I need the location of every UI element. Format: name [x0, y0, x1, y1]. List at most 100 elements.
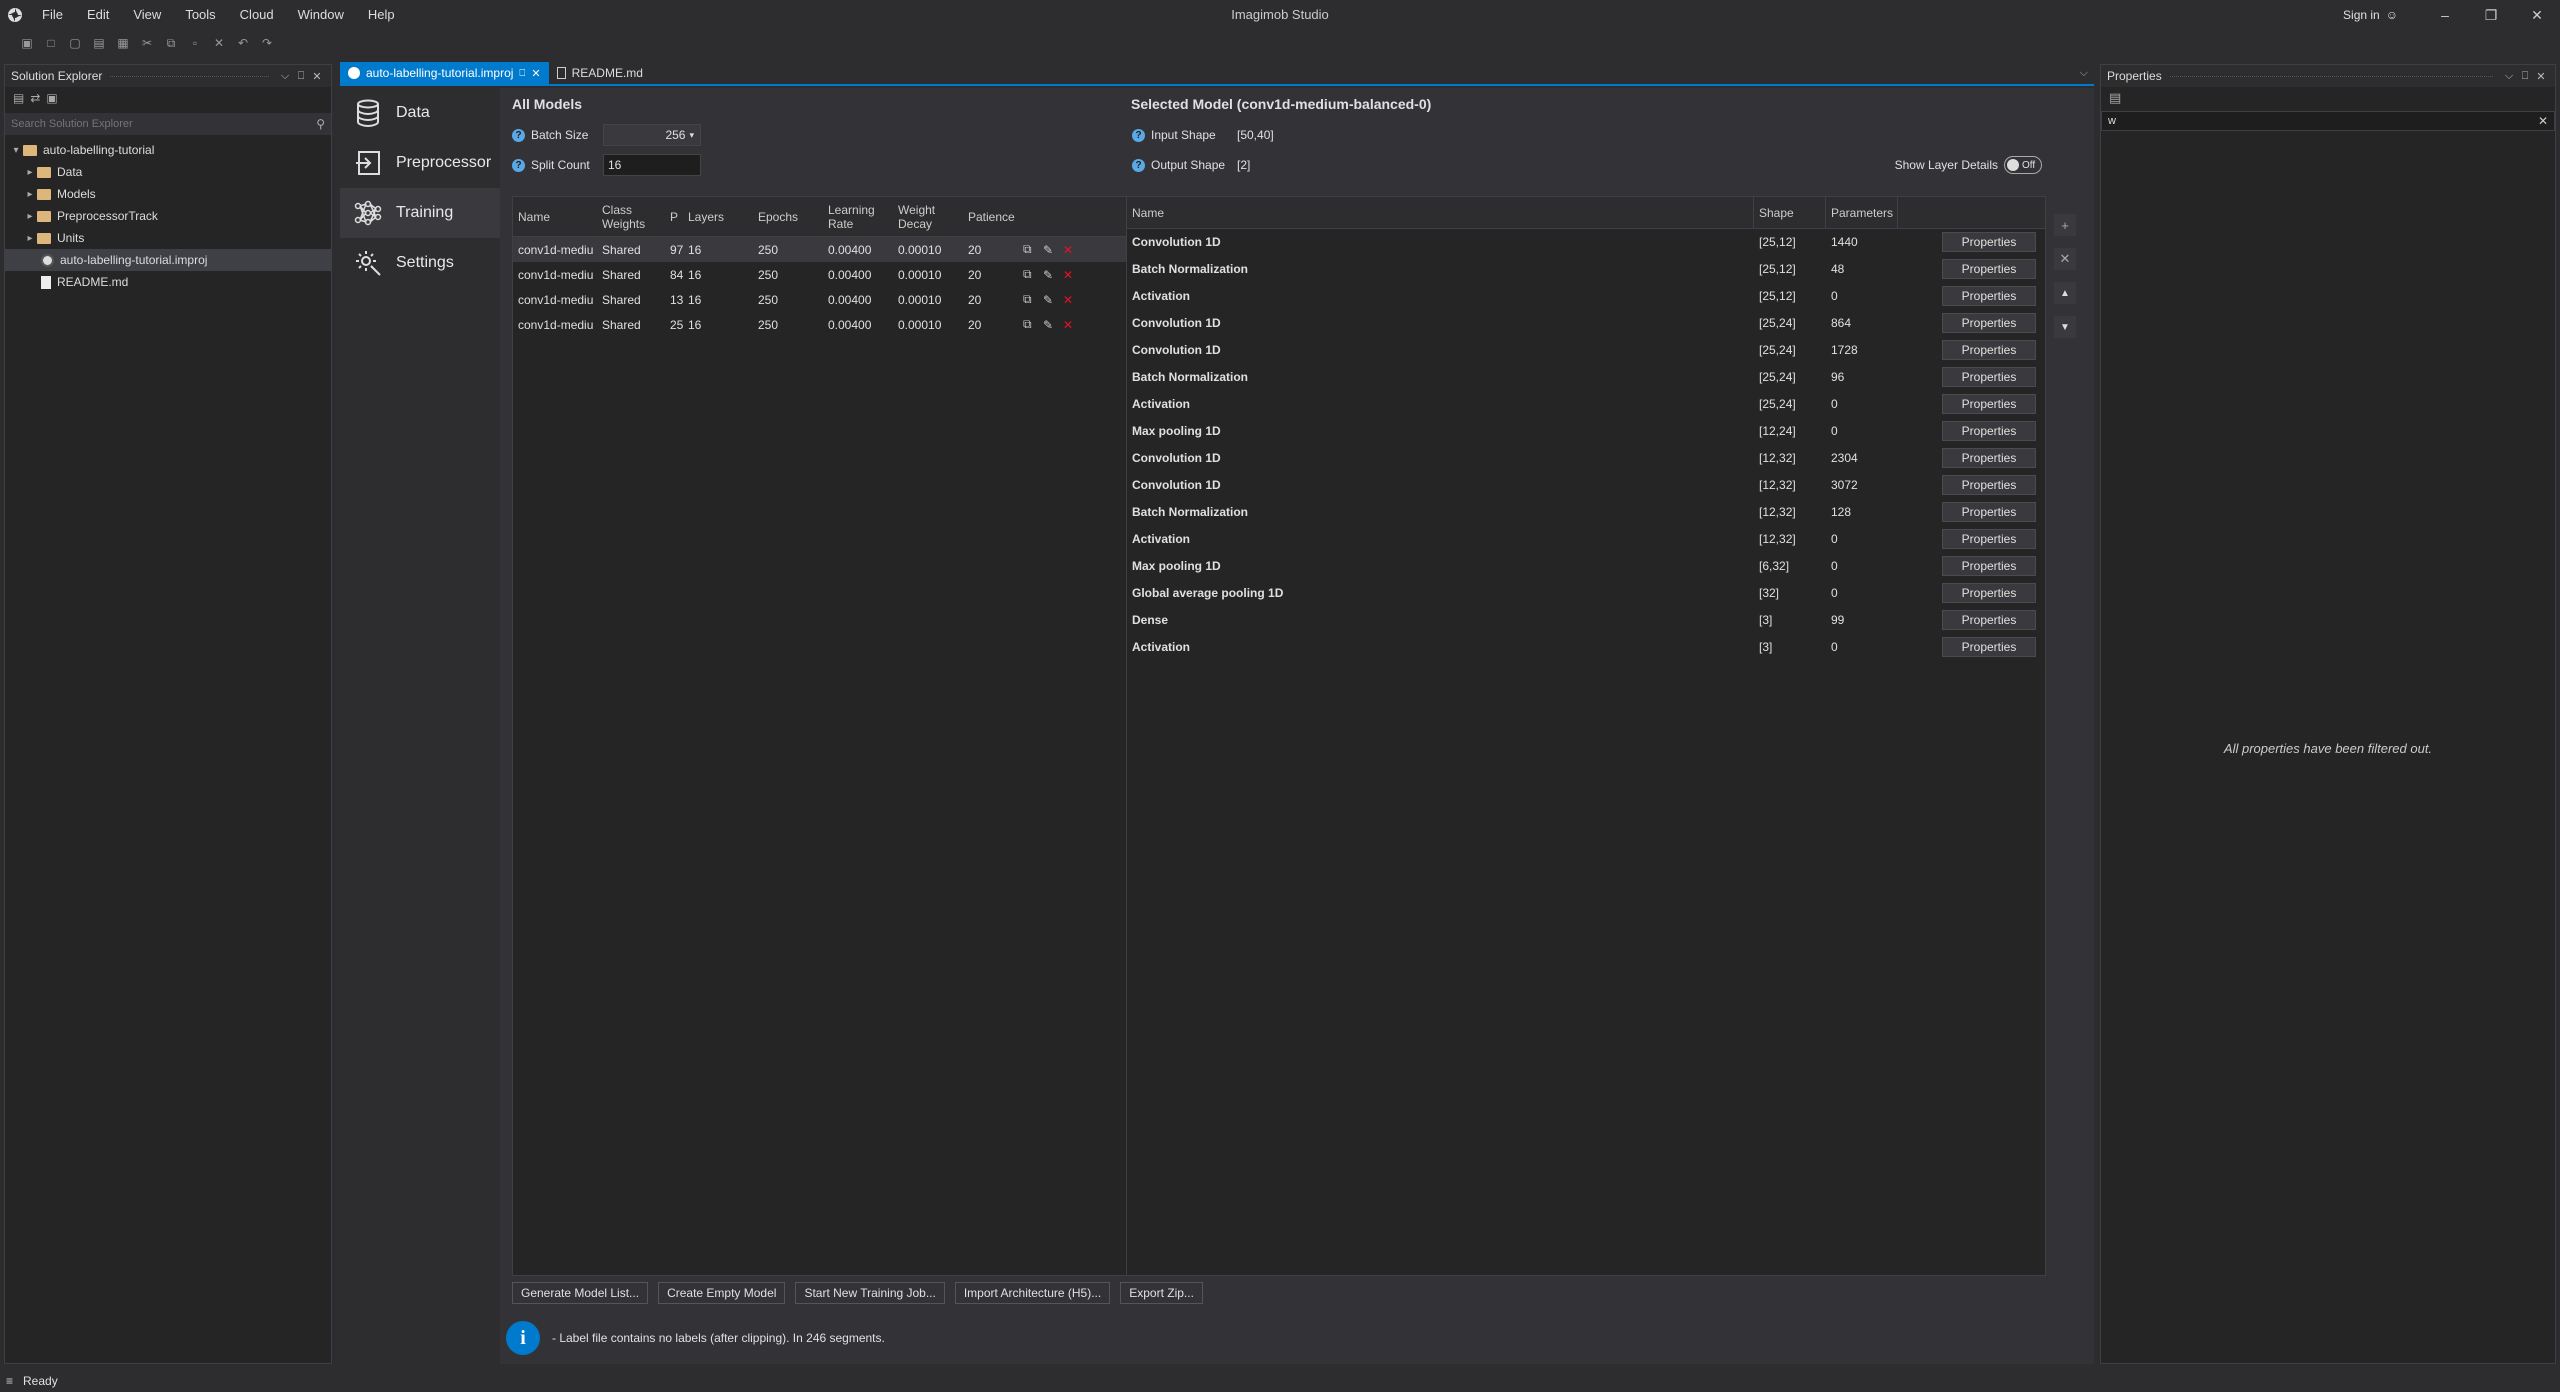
minimize-button[interactable]: –	[2422, 0, 2468, 30]
help-icon[interactable]: ?	[512, 128, 525, 142]
close-window-button[interactable]: ✕	[2514, 0, 2560, 30]
copy-icon[interactable]: ⧉	[162, 34, 180, 52]
tree-item-readme[interactable]: README.md	[5, 271, 331, 293]
properties-search-box[interactable]: ✕	[2101, 111, 2555, 131]
table-row[interactable]: Batch Normalization [25,24] 96 Properties	[1127, 364, 2045, 391]
start-training-job-button[interactable]: Start New Training Job...	[795, 1282, 945, 1304]
new-file-icon[interactable]: □	[42, 34, 60, 52]
table-row[interactable]: Convolution 1D [12,32] 2304 Properties	[1127, 445, 2045, 472]
delete-model-icon[interactable]: ✕	[1063, 268, 1083, 282]
save-icon[interactable]: ▤	[90, 34, 108, 52]
table-row[interactable]: Max pooling 1D [6,32] 0 Properties	[1127, 553, 2045, 580]
model-patience[interactable]: 20	[963, 318, 1023, 332]
table-row[interactable]: Global average pooling 1D [32] 0 Properties	[1127, 580, 2045, 607]
chevron-right-icon[interactable]: ▸	[23, 167, 37, 178]
copy-model-icon[interactable]: ⧉	[1023, 242, 1043, 257]
layer-properties-button[interactable]: Properties	[1942, 340, 2036, 360]
tree-item-units[interactable]: ▸ Units	[5, 227, 331, 249]
model-lr[interactable]: 0.00400	[823, 243, 893, 257]
collapse-all-icon[interactable]: ▣	[46, 91, 57, 105]
tree-item-project-file[interactable]: auto-labelling-tutorial.improj	[5, 249, 331, 271]
delete-model-icon[interactable]: ✕	[1063, 243, 1083, 257]
model-wd[interactable]: 0.00010	[893, 293, 963, 307]
table-row[interactable]: Dense [3] 99 Properties	[1127, 607, 2045, 634]
tree-item-data[interactable]: ▸ Data	[5, 161, 331, 183]
table-row[interactable]: Convolution 1D [25,24] 1728 Properties	[1127, 337, 2045, 364]
close-icon[interactable]: ✕	[309, 70, 325, 83]
model-class-weights[interactable]: Shared	[597, 293, 665, 307]
create-empty-model-button[interactable]: Create Empty Model	[658, 1282, 786, 1304]
model-name[interactable]: conv1d-mediu	[513, 293, 597, 307]
table-row[interactable]: Activation [25,12] 0 Properties	[1127, 283, 2045, 310]
layer-properties-button[interactable]: Properties	[1942, 394, 2036, 414]
tree-item-preprocessortrack[interactable]: ▸ PreprocessorTrack	[5, 205, 331, 227]
model-patience[interactable]: 20	[963, 293, 1023, 307]
table-row[interactable]: Activation [3] 0 Properties	[1127, 634, 2045, 661]
import-architecture-button[interactable]: Import Architecture (H5)...	[954, 1282, 1111, 1304]
model-patience[interactable]: 20	[963, 268, 1023, 282]
table-row[interactable]: Activation [25,24] 0 Properties	[1127, 391, 2045, 418]
table-row[interactable]: Convolution 1D [12,32] 3072 Properties	[1127, 472, 2045, 499]
pin-icon[interactable]: ⎕	[2517, 70, 2533, 83]
col-header[interactable]: Shape	[1754, 197, 1826, 228]
nav-preprocessor[interactable]: Preprocessor	[340, 138, 500, 188]
col-header[interactable]: Learning Rate	[823, 203, 893, 231]
col-header[interactable]: Name	[1127, 197, 1754, 228]
help-icon[interactable]: ?	[1132, 128, 1145, 142]
col-header[interactable]: Class Weights	[597, 203, 665, 231]
col-header[interactable]: Layers	[683, 210, 753, 224]
menu-view[interactable]: View	[121, 0, 173, 30]
layer-properties-button[interactable]: Properties	[1942, 529, 2036, 549]
help-icon[interactable]: ?	[512, 158, 525, 172]
nav-training[interactable]: Training	[340, 188, 500, 238]
nav-data[interactable]: Data	[340, 88, 500, 138]
model-epochs[interactable]: 250	[753, 293, 823, 307]
model-lr[interactable]: 0.00400	[823, 293, 893, 307]
model-epochs[interactable]: 250	[753, 243, 823, 257]
menu-window[interactable]: Window	[286, 0, 356, 30]
layer-properties-button[interactable]: Properties	[1942, 475, 2036, 495]
delete-icon[interactable]: ✕	[210, 34, 228, 52]
layer-properties-button[interactable]: Properties	[1942, 637, 2036, 657]
restore-button[interactable]: ❐	[2468, 0, 2514, 30]
model-lr[interactable]: 0.00400	[823, 318, 893, 332]
model-name[interactable]: conv1d-mediu	[513, 243, 597, 257]
undo-icon[interactable]: ↶	[234, 34, 252, 52]
model-wd[interactable]: 0.00010	[893, 243, 963, 257]
close-icon[interactable]: ✕	[531, 67, 540, 80]
export-zip-button[interactable]: Export Zip...	[1120, 1282, 1203, 1304]
layer-properties-button[interactable]: Properties	[1942, 556, 2036, 576]
folder-view-icon[interactable]: ▤	[13, 91, 24, 105]
col-header[interactable]: Name	[513, 210, 597, 224]
tab-overflow-chevron-icon[interactable]: ⌵	[2074, 67, 2094, 84]
layer-details-toggle[interactable]: Off	[2004, 156, 2042, 174]
paste-icon[interactable]: ▫	[186, 34, 204, 52]
menu-help[interactable]: Help	[356, 0, 407, 30]
tab-readme[interactable]: README.md	[549, 62, 651, 84]
remove-layer-icon[interactable]: ✕	[2054, 248, 2076, 270]
menu-file[interactable]: File	[30, 0, 75, 30]
help-icon[interactable]: ?	[1132, 158, 1145, 172]
chevron-right-icon[interactable]: ▸	[23, 233, 37, 244]
table-row[interactable]: Convolution 1D [25,24] 864 Properties	[1127, 310, 2045, 337]
tree-root[interactable]: ▾ auto-labelling-tutorial	[5, 139, 331, 161]
model-class-weights[interactable]: Shared	[597, 268, 665, 282]
layer-properties-button[interactable]: Properties	[1942, 232, 2036, 252]
model-wd[interactable]: 0.00010	[893, 318, 963, 332]
solution-search-box[interactable]: ⚲	[5, 113, 331, 135]
menu-lines-icon[interactable]: ≡	[6, 1374, 13, 1388]
model-name[interactable]: conv1d-mediu	[513, 318, 597, 332]
layer-properties-button[interactable]: Properties	[1942, 610, 2036, 630]
table-row[interactable]: Batch Normalization [12,32] 128 Properties	[1127, 499, 2045, 526]
sign-in-button[interactable]: Sign in ☺	[2343, 8, 2398, 22]
save-all-icon[interactable]: ▦	[114, 34, 132, 52]
copy-model-icon[interactable]: ⧉	[1023, 267, 1043, 282]
chevron-down-icon[interactable]: ▾	[9, 145, 23, 156]
clear-search-icon[interactable]: ✕	[2538, 114, 2548, 128]
model-class-weights[interactable]: Shared	[597, 243, 665, 257]
pin-icon[interactable]: ⎕	[293, 70, 309, 83]
layer-properties-button[interactable]: Properties	[1942, 313, 2036, 333]
chevron-right-icon[interactable]: ▸	[23, 189, 37, 200]
redo-icon[interactable]: ↷	[258, 34, 276, 52]
edit-model-icon[interactable]: ✎	[1043, 243, 1063, 257]
